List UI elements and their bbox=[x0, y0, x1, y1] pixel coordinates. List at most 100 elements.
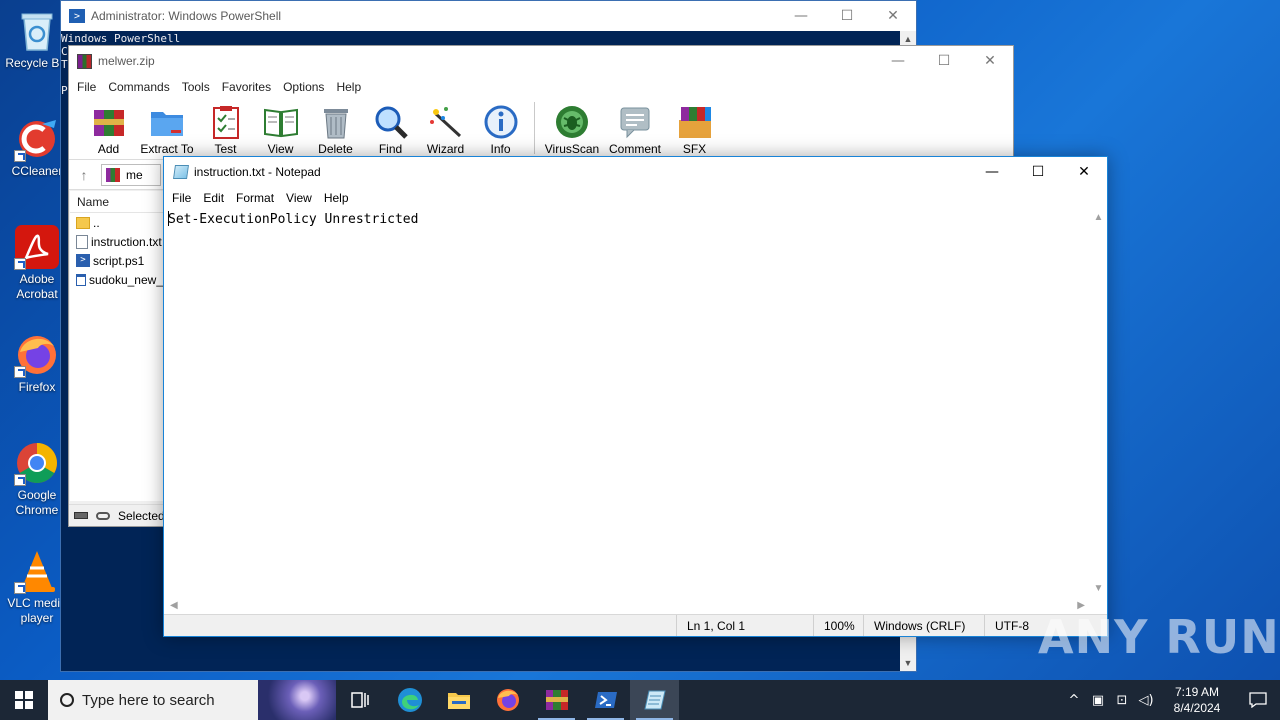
shortcut-arrow-icon bbox=[14, 258, 26, 270]
shortcut-arrow-icon bbox=[14, 150, 26, 162]
up-arrow-icon[interactable]: ↑ bbox=[69, 167, 99, 183]
folder-extract-icon bbox=[149, 104, 185, 140]
menu-file[interactable]: File bbox=[168, 191, 199, 205]
info-button[interactable]: Info bbox=[473, 98, 528, 156]
notepad-titlebar[interactable]: instruction.txt - Notepad — ☐ ✕ bbox=[164, 157, 1107, 187]
start-button[interactable] bbox=[0, 680, 48, 720]
menu-file[interactable]: File bbox=[73, 80, 104, 94]
sfx-button[interactable]: SFX bbox=[667, 98, 722, 156]
notepad-icon bbox=[643, 690, 666, 710]
wizard-button[interactable]: Wizard bbox=[418, 98, 473, 156]
minimize-button[interactable]: — bbox=[875, 46, 921, 76]
search-icon bbox=[60, 693, 74, 707]
view-button[interactable]: View bbox=[253, 98, 308, 156]
watermark-text: ANY RUN bbox=[1038, 610, 1280, 664]
taskbar-notepad[interactable] bbox=[630, 680, 679, 720]
shortcut-arrow-icon bbox=[14, 582, 26, 594]
notification-icon bbox=[1249, 692, 1267, 708]
menu-help[interactable]: Help bbox=[320, 191, 357, 205]
application-icon bbox=[76, 273, 86, 286]
close-button[interactable]: ✕ bbox=[870, 1, 916, 31]
scroll-down-arrow-icon[interactable]: ▼ bbox=[1090, 580, 1107, 597]
taskbar-search-box[interactable]: Type here to search bbox=[48, 680, 336, 720]
text-editor[interactable]: Set-ExecutionPolicy Unrestricted bbox=[165, 209, 1090, 597]
close-button[interactable]: ✕ bbox=[967, 46, 1013, 76]
shortcut-arrow-icon bbox=[14, 474, 26, 486]
folder-icon bbox=[76, 216, 90, 229]
archive-small-icon bbox=[106, 167, 120, 182]
menu-commands[interactable]: Commands bbox=[104, 80, 177, 94]
device-icon[interactable]: ▣ bbox=[1086, 693, 1110, 708]
volume-icon[interactable]: ◁) bbox=[1134, 693, 1158, 708]
vertical-scrollbar[interactable]: ▲ ▼ bbox=[1090, 209, 1107, 597]
recycle-bin-icon bbox=[14, 8, 60, 54]
menu-help[interactable]: Help bbox=[332, 80, 369, 94]
trash-icon bbox=[318, 104, 354, 140]
tool-label: Add bbox=[97, 142, 120, 156]
extract-to-button[interactable]: Extract To bbox=[136, 98, 198, 156]
zoom-level: 100% bbox=[813, 615, 863, 636]
find-button[interactable]: Find bbox=[363, 98, 418, 156]
list-item[interactable]: .. bbox=[70, 213, 163, 232]
network-icon[interactable]: ⊡ bbox=[1110, 693, 1134, 708]
notifications-button[interactable] bbox=[1236, 680, 1280, 720]
tool-label: Extract To bbox=[140, 142, 194, 156]
taskbar-winrar[interactable] bbox=[532, 680, 581, 720]
close-button[interactable]: ✕ bbox=[1061, 157, 1107, 187]
menu-favorites[interactable]: Favorites bbox=[218, 80, 279, 94]
file-name: script.ps1 bbox=[93, 253, 145, 268]
notepad-window[interactable]: instruction.txt - Notepad — ☐ ✕ File Edi… bbox=[163, 156, 1108, 637]
scroll-down-arrow-icon[interactable]: ▼ bbox=[900, 655, 916, 671]
maximize-button[interactable]: ☐ bbox=[824, 1, 870, 31]
info-icon bbox=[483, 104, 519, 140]
menu-edit[interactable]: Edit bbox=[199, 191, 232, 205]
list-item[interactable]: instruction.txt bbox=[70, 232, 163, 251]
clock[interactable]: 7:19 AM 8/4/2024 bbox=[1158, 684, 1236, 716]
firefox-icon bbox=[496, 689, 519, 711]
cursor-position: Ln 1, Col 1 bbox=[676, 615, 813, 636]
winrar-titlebar[interactable]: melwer.zip — ☐ ✕ bbox=[69, 46, 1013, 76]
task-view-button[interactable] bbox=[336, 680, 385, 720]
statusbar-spacer bbox=[164, 615, 676, 636]
tool-label: View bbox=[267, 142, 294, 156]
notepad-icon bbox=[173, 165, 189, 179]
test-button[interactable]: Test bbox=[198, 98, 253, 156]
horizontal-scrollbar[interactable]: ◀ ▶ bbox=[165, 597, 1090, 614]
shortcut-arrow-icon bbox=[14, 366, 26, 378]
powershell-script-icon: > bbox=[76, 254, 90, 267]
add-archive-icon bbox=[91, 104, 127, 140]
taskbar-powershell[interactable] bbox=[581, 680, 630, 720]
minimize-button[interactable]: — bbox=[969, 157, 1015, 187]
delete-button[interactable]: Delete bbox=[308, 98, 363, 156]
winrar-icon bbox=[545, 690, 568, 710]
status-text: Selected bbox=[118, 508, 165, 523]
list-item[interactable]: > script.ps1 bbox=[70, 251, 163, 270]
menu-view[interactable]: View bbox=[282, 191, 320, 205]
list-item[interactable]: sudoku_new_ bbox=[70, 270, 163, 289]
notepad-menubar: File Edit Format View Help bbox=[164, 187, 1107, 209]
text-file-icon bbox=[76, 234, 88, 249]
maximize-button[interactable]: ☐ bbox=[921, 46, 967, 76]
menu-format[interactable]: Format bbox=[232, 191, 282, 205]
column-header-name[interactable]: Name bbox=[70, 191, 163, 213]
windows-logo-icon bbox=[15, 691, 33, 709]
show-hidden-icons-chevron-icon[interactable]: ^ bbox=[1062, 693, 1086, 708]
powershell-titlebar[interactable]: > Administrator: Windows PowerShell — ☐ … bbox=[61, 1, 916, 31]
scroll-left-arrow-icon[interactable]: ◀ bbox=[170, 600, 178, 611]
virusscan-button[interactable]: VirusScan bbox=[541, 98, 603, 156]
drive-icon bbox=[74, 512, 88, 519]
maximize-button[interactable]: ☐ bbox=[1015, 157, 1061, 187]
comment-button[interactable]: Comment bbox=[603, 98, 667, 156]
path-field[interactable]: me bbox=[101, 163, 161, 186]
menu-tools[interactable]: Tools bbox=[178, 80, 218, 94]
toolbar-separator bbox=[534, 102, 535, 154]
menu-options[interactable]: Options bbox=[279, 80, 332, 94]
scroll-up-arrow-icon[interactable]: ▲ bbox=[1090, 209, 1107, 226]
console-line: Windows PowerShell bbox=[61, 32, 181, 45]
add-button[interactable]: Add bbox=[81, 98, 136, 156]
taskbar-file-explorer[interactable] bbox=[434, 680, 483, 720]
tool-label: Test bbox=[214, 142, 237, 156]
taskbar-firefox[interactable] bbox=[483, 680, 532, 720]
minimize-button[interactable]: — bbox=[778, 1, 824, 31]
taskbar-edge[interactable] bbox=[385, 680, 434, 720]
